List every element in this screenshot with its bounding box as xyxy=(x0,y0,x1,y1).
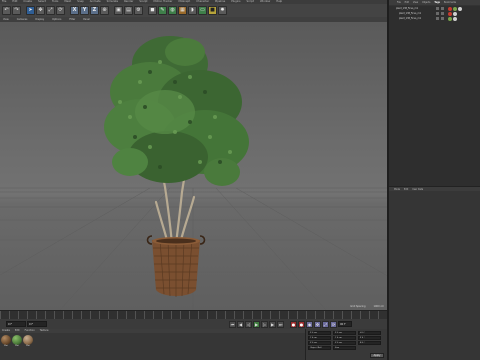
floor-icon[interactable]: ▭ xyxy=(198,6,207,15)
next-key-icon[interactable]: ▶ xyxy=(269,320,276,328)
object-tags xyxy=(448,6,462,11)
size-mode-select[interactable]: Size xyxy=(333,346,356,350)
size-x-field[interactable]: X 0 cm xyxy=(333,331,356,335)
om-menu-objects[interactable]: Objects xyxy=(422,1,430,4)
autokey-icon[interactable]: ● xyxy=(298,320,305,328)
rotation-b-field[interactable]: B 0 ° xyxy=(358,341,381,345)
go-to-end-icon[interactable]: ⏭ xyxy=(277,320,284,328)
visibility-toggle[interactable] xyxy=(436,17,439,20)
material-tag-icon[interactable] xyxy=(448,11,452,16)
rotation-h-field[interactable]: H 0 ° xyxy=(358,331,381,335)
material-swatch[interactable]: Mat xyxy=(1,335,11,347)
scale-icon[interactable]: ⤢ xyxy=(46,6,55,15)
visibility-toggle[interactable] xyxy=(436,7,439,10)
undo-icon[interactable]: ↶ xyxy=(2,6,11,15)
object-name[interactable]: plant_138_Ficus_m1 xyxy=(396,7,434,10)
position-key-icon[interactable]: ✥ xyxy=(314,320,321,328)
material-tag-icon[interactable] xyxy=(448,16,452,21)
next-frame-icon[interactable]: ▷ xyxy=(261,320,268,328)
scale-key-icon[interactable]: ⤢ xyxy=(322,320,329,328)
enable-toggle[interactable] xyxy=(441,12,444,15)
current-frame-field[interactable]: 0 F xyxy=(27,321,47,327)
x-axis-lock-button[interactable]: X xyxy=(70,6,79,15)
main-toolbar: ↶ ↷ ➤ ✥ ⤢ ⟳ X Y Z ⊕ ▣ ▤ ⚙ ◼ ✎ ◍ ▦ ◗ ▭ ■ … xyxy=(0,4,387,17)
3d-viewport[interactable]: Grid Spacing 1000 cm xyxy=(0,22,387,310)
end-frame-field[interactable]: 90 F xyxy=(338,321,352,327)
enable-toggle[interactable] xyxy=(441,7,444,10)
play-icon[interactable]: ▶ xyxy=(253,320,260,328)
phong-tag-icon[interactable] xyxy=(458,6,462,11)
start-frame-field[interactable]: 0 F xyxy=(6,321,26,327)
live-select-icon[interactable]: ➤ xyxy=(26,6,35,15)
phong-tag-icon[interactable] xyxy=(453,11,457,16)
apply-button[interactable]: Apply xyxy=(370,353,384,358)
om-menu-view[interactable]: View xyxy=(413,1,418,4)
viewport-menu-filter[interactable]: Filter xyxy=(69,18,75,21)
viewport-menu-display[interactable]: Display xyxy=(35,18,44,21)
material-tag-icon[interactable] xyxy=(453,6,457,11)
timeline-ruler[interactable] xyxy=(0,310,387,319)
render-settings-icon[interactable]: ⚙ xyxy=(134,6,143,15)
position-z-field[interactable]: Z 0 cm xyxy=(308,341,331,345)
plant-model[interactable] xyxy=(0,22,387,310)
visibility-toggle[interactable] xyxy=(436,12,439,15)
previous-key-icon[interactable]: ◀ xyxy=(237,320,244,328)
object-tags xyxy=(448,11,457,16)
previous-frame-icon[interactable]: ◁ xyxy=(245,320,252,328)
material-swatch[interactable]: Mat xyxy=(12,335,22,347)
keyframe-selection-icon[interactable]: ◆ xyxy=(306,320,313,328)
y-axis-lock-button[interactable]: Y xyxy=(80,6,89,15)
viewport-menu-cameras[interactable]: Cameras xyxy=(17,18,28,21)
redo-icon[interactable]: ↷ xyxy=(12,6,21,15)
z-axis-lock-button[interactable]: Z xyxy=(90,6,99,15)
attribute-manager xyxy=(389,191,480,360)
array-icon[interactable]: ▦ xyxy=(178,6,187,15)
coordinate-mode-select[interactable]: Object (Rel) xyxy=(308,346,331,350)
object-manager: plant_138_Ficus_m1 plant_138_Ficus_m1 pl… xyxy=(389,6,480,186)
grid-spacing-label: Grid Spacing xyxy=(350,305,366,308)
rotation-key-icon[interactable]: ⟳ xyxy=(330,320,337,328)
camera-icon[interactable]: ■ xyxy=(208,6,217,15)
position-y-field[interactable]: Y 0 cm xyxy=(308,336,331,340)
position-x-field[interactable]: X 0 cm xyxy=(308,331,331,335)
object-name[interactable]: plant_138_Ficus_m1 xyxy=(396,17,434,20)
size-y-field[interactable]: Y 0 cm xyxy=(333,336,356,340)
om-menu-bookmarks[interactable]: Bookmarks xyxy=(444,1,456,4)
coordinate-system-icon[interactable]: ⊕ xyxy=(100,6,109,15)
om-menu-edit[interactable]: Edit xyxy=(405,1,409,4)
object-name[interactable]: plant_138_Ficus_m1 xyxy=(396,12,434,15)
material-tag-icon[interactable] xyxy=(448,6,452,11)
transport-bar: 0 F 0 F ⏮ ◀ ◁ ▶ ▷ ▶ ⏭ ● ● ◆ ✥ ⤢ ⟳ 90 F xyxy=(0,319,387,329)
subdivision-icon[interactable]: ◍ xyxy=(168,6,177,15)
phong-tag-icon[interactable] xyxy=(453,16,457,21)
om-menu-file[interactable]: File xyxy=(397,1,401,4)
deformer-icon[interactable]: ◗ xyxy=(188,6,197,15)
viewport-menu-view[interactable]: View xyxy=(3,18,9,21)
cube-icon[interactable]: ◼ xyxy=(148,6,157,15)
material-manager: Mat Mat Mat xyxy=(0,333,305,360)
go-to-start-icon[interactable]: ⏮ xyxy=(229,320,236,328)
record-icon[interactable]: ● xyxy=(290,320,297,328)
rotation-p-field[interactable]: P 0 ° xyxy=(358,336,381,340)
light-icon[interactable]: ✹ xyxy=(218,6,227,15)
size-z-field[interactable]: Z 0 cm xyxy=(333,341,356,345)
move-icon[interactable]: ✥ xyxy=(36,6,45,15)
pen-icon[interactable]: ✎ xyxy=(158,6,167,15)
object-row[interactable]: plant_138_Ficus_m1 xyxy=(389,16,480,21)
viewport-menu-options[interactable]: Options xyxy=(52,18,61,21)
material-swatch[interactable]: Mat xyxy=(23,335,33,347)
om-menu-tags[interactable]: Tags xyxy=(434,1,440,4)
viewport-status: Grid Spacing 1000 cm xyxy=(350,305,384,308)
right-dock: File Edit View Objects Tags Bookmarks pl… xyxy=(387,0,480,360)
rotate-icon[interactable]: ⟳ xyxy=(56,6,65,15)
grid-spacing-value: 1000 cm xyxy=(373,305,385,308)
object-manager-menu: File Edit View Objects Tags Bookmarks xyxy=(389,0,480,5)
coordinates-panel: X 0 cm X 0 cm H 0 ° Y 0 cm Y 0 cm P 0 ° … xyxy=(305,329,387,360)
object-tags xyxy=(448,16,457,21)
render-view-icon[interactable]: ▣ xyxy=(114,6,123,15)
viewport-menu-panel[interactable]: Panel xyxy=(83,18,89,21)
enable-toggle[interactable] xyxy=(441,17,444,20)
render-picture-viewer-icon[interactable]: ▤ xyxy=(124,6,133,15)
